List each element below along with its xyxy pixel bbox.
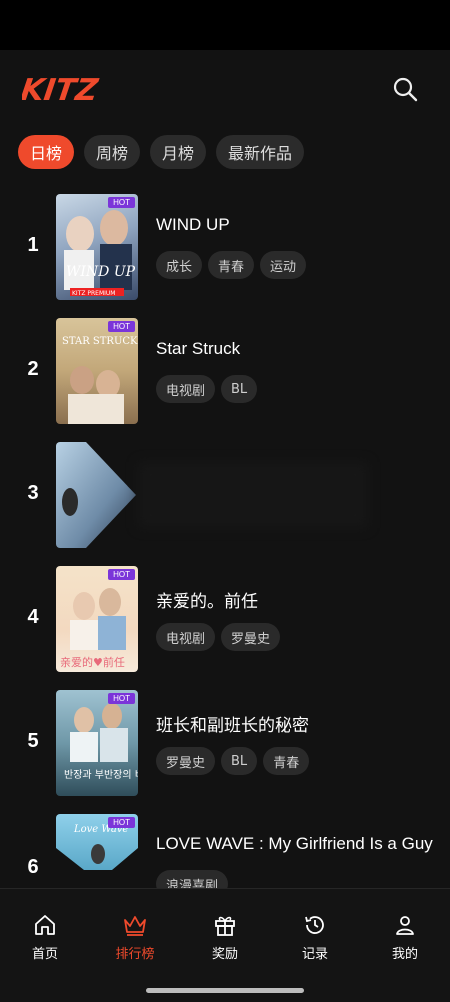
nav-home[interactable]: 首页 xyxy=(10,913,80,962)
rank-number: 1 xyxy=(27,234,39,256)
hot-badge: HOT xyxy=(108,817,135,828)
tab-monthly[interactable]: 月榜 xyxy=(150,135,207,169)
poster-star-struck[interactable]: STAR STRUCK HOT xyxy=(56,318,138,424)
poster-wind-up[interactable]: WIND UP KITZ PREMIUM HOT xyxy=(56,194,138,300)
genre-tag[interactable]: 青春 xyxy=(263,747,310,775)
poster-title-text: WIND UP xyxy=(66,264,136,280)
poster-title-text: 반장과 부반장의 비밀 xyxy=(64,769,138,781)
profile-icon xyxy=(396,916,414,935)
rank-number: 5 xyxy=(27,730,39,752)
rank-number: 4 xyxy=(27,606,39,628)
nav-ranking[interactable]: 排行榜 xyxy=(100,913,170,962)
genre-tag[interactable]: BL xyxy=(221,375,258,403)
genre-tag[interactable]: BL xyxy=(221,747,258,775)
home-icon xyxy=(35,915,55,935)
tab-daily[interactable]: 日榜 xyxy=(18,135,75,169)
genre-tag[interactable]: 电视剧 xyxy=(156,375,216,403)
nav-home-label: 首页 xyxy=(31,947,58,962)
drama-title[interactable]: 班长和副班长的秘密 xyxy=(156,711,309,736)
header: KITZ xyxy=(0,50,450,130)
nav-ranking-label: 排行榜 xyxy=(115,947,155,962)
drama-title[interactable]: WIND UP xyxy=(156,215,230,235)
genre-tag[interactable]: 运动 xyxy=(260,251,307,279)
home-indicator xyxy=(146,988,304,993)
status-bar xyxy=(0,0,450,50)
search-icon xyxy=(393,77,418,102)
nav-rewards-label: 奖励 xyxy=(211,947,238,962)
poster-class-president[interactable]: 반장과 부반장의 비밀 HOT xyxy=(56,690,138,796)
genre-tag[interactable]: 电视剧 xyxy=(156,623,216,651)
list-item[interactable]: 4 亲爱的♥前任 HOT 亲爱的。前任 电视剧 罗曼史 xyxy=(0,566,450,672)
nav-profile-label: 我的 xyxy=(391,947,418,962)
hot-badge: HOT xyxy=(108,321,135,332)
hot-badge: HOT xyxy=(108,693,135,704)
genre-tag[interactable]: 青春 xyxy=(208,251,255,279)
hot-badge: HOT xyxy=(108,569,135,580)
rank-number: 2 xyxy=(27,358,39,380)
logo-lettering: KITZ xyxy=(22,73,101,108)
gift-icon xyxy=(215,916,235,936)
hot-badge: HOT xyxy=(108,197,135,208)
list-item[interactable]: 3 xyxy=(0,442,450,548)
ranking-tabs: 日榜 周榜 月榜 最新作品 xyxy=(18,135,305,169)
drama-title[interactable]: LOVE WAVE : My Girlfriend Is a Guy xyxy=(156,834,433,854)
poster-badge-text: KITZ PREMIUM xyxy=(72,290,115,297)
nav-history[interactable]: 记录 xyxy=(280,913,350,962)
nav-rewards[interactable]: 奖励 xyxy=(190,913,260,962)
genre-tag[interactable]: 罗曼史 xyxy=(221,623,281,651)
nav-profile[interactable]: 我的 xyxy=(370,913,440,962)
genre-tag[interactable]: 罗曼史 xyxy=(156,747,216,775)
list-item[interactable]: 1 WIND UP KITZ PREMIUM HOT WIND UP 成长 青春… xyxy=(0,194,450,300)
rank-number: 3 xyxy=(27,482,39,504)
poster-love-wave[interactable]: Love Wave HOT xyxy=(56,814,138,874)
kitz-logo[interactable]: KITZ xyxy=(18,68,102,108)
rank-number: 6 xyxy=(27,856,39,878)
poster-title-text: 亲爱的♥前任 xyxy=(60,655,125,669)
list-item[interactable]: 2 STAR STRUCK HOT Star Struck 电视剧 BL xyxy=(0,318,450,424)
history-icon xyxy=(305,916,324,934)
poster-dear-ex[interactable]: 亲爱的♥前任 HOT xyxy=(56,566,138,672)
nav-history-label: 记录 xyxy=(301,947,328,962)
drama-title[interactable]: 亲爱的。前任 xyxy=(156,587,258,612)
tag-list: 电视剧 罗曼史 xyxy=(156,623,281,651)
tab-latest[interactable]: 最新作品 xyxy=(216,135,305,169)
search-button[interactable] xyxy=(388,72,422,106)
bottom-nav: 首页 排行榜 奖励 记录 我的 xyxy=(0,888,450,1002)
poster-title-text: STAR STRUCK xyxy=(62,336,138,347)
crown-icon xyxy=(124,916,146,936)
list-item[interactable]: 5 반장과 부반장의 비밀 HOT 班长和副班长的秘密 罗曼史 BL 青春 xyxy=(0,690,450,796)
loading-placeholder xyxy=(138,462,368,528)
genre-tag[interactable]: 成长 xyxy=(156,251,203,279)
drama-title[interactable]: Star Struck xyxy=(156,339,240,359)
tag-list: 电视剧 BL xyxy=(156,375,258,403)
tab-weekly[interactable]: 周榜 xyxy=(84,135,141,169)
poster-loading[interactable] xyxy=(56,442,138,548)
tag-list: 罗曼史 BL 青春 xyxy=(156,747,310,775)
tag-list: 成长 青春 运动 xyxy=(156,251,307,279)
